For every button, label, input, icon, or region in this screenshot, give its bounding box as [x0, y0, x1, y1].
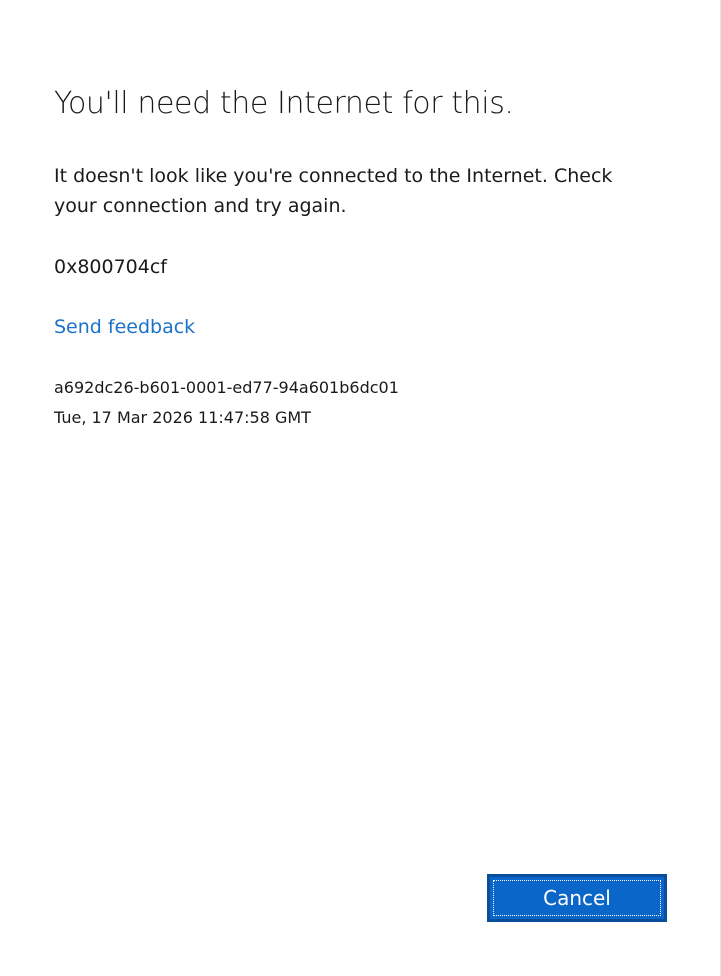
- error-dialog: You'll need the Internet for this. It do…: [0, 0, 721, 976]
- correlation-id: a692dc26-b601-0001-ed77-94a601b6dc01: [54, 378, 399, 397]
- error-code: 0x800704cf: [54, 256, 167, 278]
- dialog-title: You'll need the Internet for this.: [54, 86, 514, 121]
- error-message: It doesn't look like you're connected to…: [54, 165, 613, 217]
- cancel-button-label: Cancel: [543, 886, 611, 910]
- send-feedback-link[interactable]: Send feedback: [54, 312, 195, 342]
- cancel-button[interactable]: Cancel: [487, 874, 667, 922]
- error-timestamp: Tue, 17 Mar 2026 11:47:58 GMT: [54, 408, 311, 427]
